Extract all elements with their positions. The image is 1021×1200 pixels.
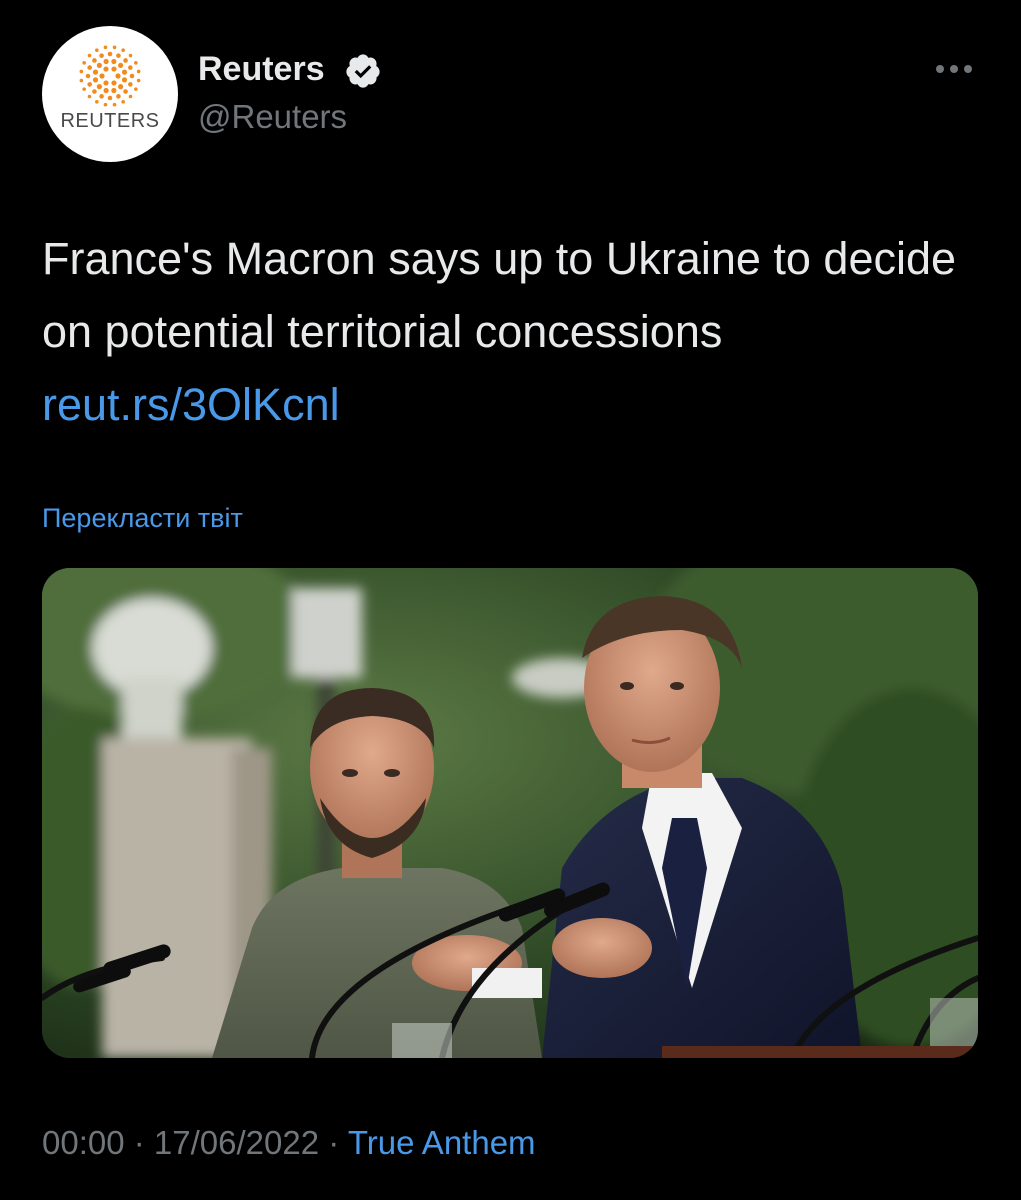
avatar-logo-text: REUTERS <box>60 110 160 132</box>
reuters-logo-dot <box>134 87 138 91</box>
reuters-logo-dot <box>103 66 109 72</box>
reuters-logo-dot <box>128 65 133 70</box>
tweet-link[interactable]: reut.rs/3OlKcnl <box>42 379 340 430</box>
reuters-logo-dot <box>103 58 109 65</box>
reuters-logo-dot <box>121 77 128 83</box>
reuters-logo-dot <box>111 66 117 72</box>
tweet[interactable]: REUTERS Reuters @Reuters France's Macron… <box>0 0 1021 1200</box>
reuters-logo-dot <box>99 94 104 99</box>
tweet-body: France's Macron says up to Ukraine to de… <box>42 233 957 357</box>
reuters-logo-dot <box>92 58 97 63</box>
reuters-logo-dot <box>121 100 125 104</box>
reuters-logo-dot <box>87 82 92 87</box>
reuters-logo-dot <box>123 58 128 63</box>
meta-separator: · <box>319 1124 348 1161</box>
reuters-logo-dot <box>128 94 133 99</box>
tweet-source[interactable]: True Anthem <box>348 1124 536 1161</box>
tweet-photo[interactable] <box>42 568 978 1058</box>
reuters-logo-dot <box>134 61 138 65</box>
reuters-logo-dot <box>92 69 99 75</box>
reuters-logo-dot <box>115 73 121 79</box>
reuters-logo-dot <box>121 48 125 52</box>
reuters-logo-dot <box>136 78 141 83</box>
reuters-logo-dot <box>82 61 86 65</box>
reuters-logo-dot <box>79 78 84 83</box>
reuters-logo-dot <box>96 62 102 68</box>
reuters-logo-dot <box>87 53 92 58</box>
reuters-logo-icon <box>79 45 141 107</box>
reuters-logo-dot <box>128 53 133 58</box>
reuters-logo-dot <box>112 102 117 107</box>
reuters-logo-dot <box>95 48 99 52</box>
reuters-logo-dot <box>111 87 117 94</box>
meta-separator: · <box>124 1124 154 1161</box>
reuters-logo-dot <box>103 45 108 50</box>
reuters-logo-dot <box>118 62 124 68</box>
reuters-logo-dot <box>87 65 92 70</box>
reuters-logo-dot <box>92 89 97 94</box>
reuters-logo-dot <box>99 53 104 58</box>
reuters-logo-dot <box>103 102 108 107</box>
reuters-logo-dot <box>129 73 135 79</box>
reuters-logo-dot <box>92 77 99 83</box>
reuters-logo-dot <box>99 73 105 79</box>
reuters-logo-dot <box>103 87 109 94</box>
reuters-logo-dot <box>111 80 117 86</box>
tweet-date[interactable]: 17/06/2022 <box>154 1124 319 1161</box>
tweet-text: France's Macron says up to Ukraine to de… <box>42 222 992 441</box>
reuters-logo-dot <box>82 87 86 91</box>
reuters-logo-dot <box>136 69 141 74</box>
translate-tweet-link[interactable]: Перекласти твіт <box>42 503 243 534</box>
reuters-logo-dot <box>87 94 92 99</box>
handle[interactable]: @Reuters <box>198 98 347 136</box>
reuters-logo-dot <box>123 89 128 94</box>
verified-badge-icon <box>346 54 380 88</box>
reuters-logo-dot <box>107 95 113 101</box>
reuters-logo-dot <box>96 84 102 90</box>
reuters-logo-dot <box>116 94 121 99</box>
reuters-logo-dot <box>121 69 128 75</box>
reuters-logo-dot <box>95 100 99 104</box>
reuters-logo-dot <box>116 53 121 58</box>
reuters-logo-dot <box>111 58 117 65</box>
tweet-meta: 00:00 · 17/06/2022 · True Anthem <box>42 1124 536 1162</box>
photo-image <box>42 568 978 1058</box>
reuters-logo-dot <box>85 73 91 79</box>
reuters-logo-dot <box>79 69 84 74</box>
reuters-logo-dot <box>128 82 133 87</box>
display-name[interactable]: Reuters <box>198 50 325 89</box>
tweet-time[interactable]: 00:00 <box>42 1124 125 1161</box>
more-horizontal-icon[interactable] <box>930 52 978 86</box>
reuters-logo-dot <box>103 80 109 86</box>
reuters-logo-dot <box>118 84 124 90</box>
reuters-logo-dot <box>112 45 117 50</box>
reuters-logo-dot <box>107 51 113 57</box>
avatar[interactable]: REUTERS <box>42 26 178 162</box>
